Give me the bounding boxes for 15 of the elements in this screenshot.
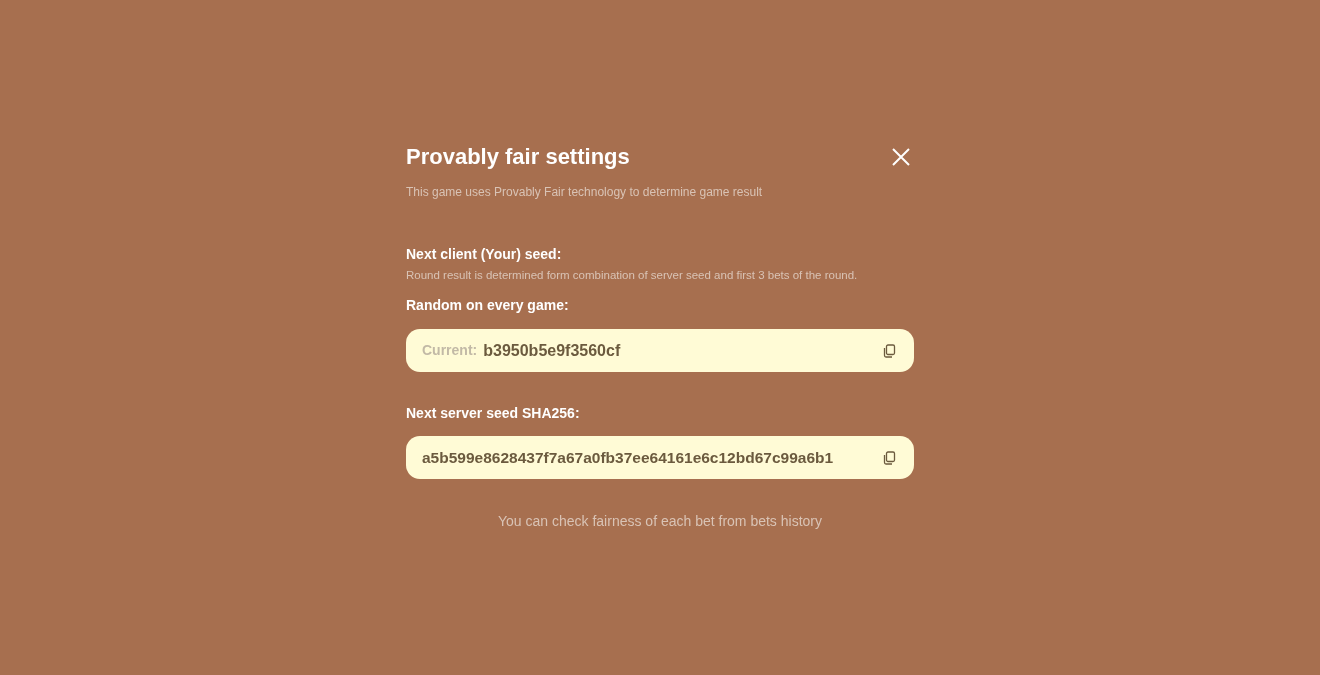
seed-value: a5b599e8628437f7a67a0fb37ee64161e6c12bd67c99a6b1 [422,447,835,468]
section-heading: Next client (Your) seed: [406,245,563,264]
section-heading: Next server seed SHA256: [406,404,581,423]
server-seed-field[interactable]: a5b599e8628437f7a67a0fb37ee64161e6c12bd67c99a6b1 [406,436,914,479]
dialog-subtitle: This game uses Provably Fair technology to determine game result [406,184,764,201]
dialog-title: Provably fair settings [406,143,630,171]
close-button[interactable] [891,147,911,167]
seed-value: b3950b5e9f3560cf [483,340,622,361]
section-description: Round result is determined form combination of server seed and first 3 bets of the round. [406,268,859,283]
field-label: Current: [422,341,478,360]
copy-icon[interactable] [882,343,896,358]
footer-note: You can check fairness of each bet from bets history [497,512,823,531]
client-seed-field[interactable]: Current: b3950b5e9f3560cf [406,329,914,372]
mode-label: Random on every game: [406,296,570,315]
copy-icon[interactable] [882,450,896,465]
